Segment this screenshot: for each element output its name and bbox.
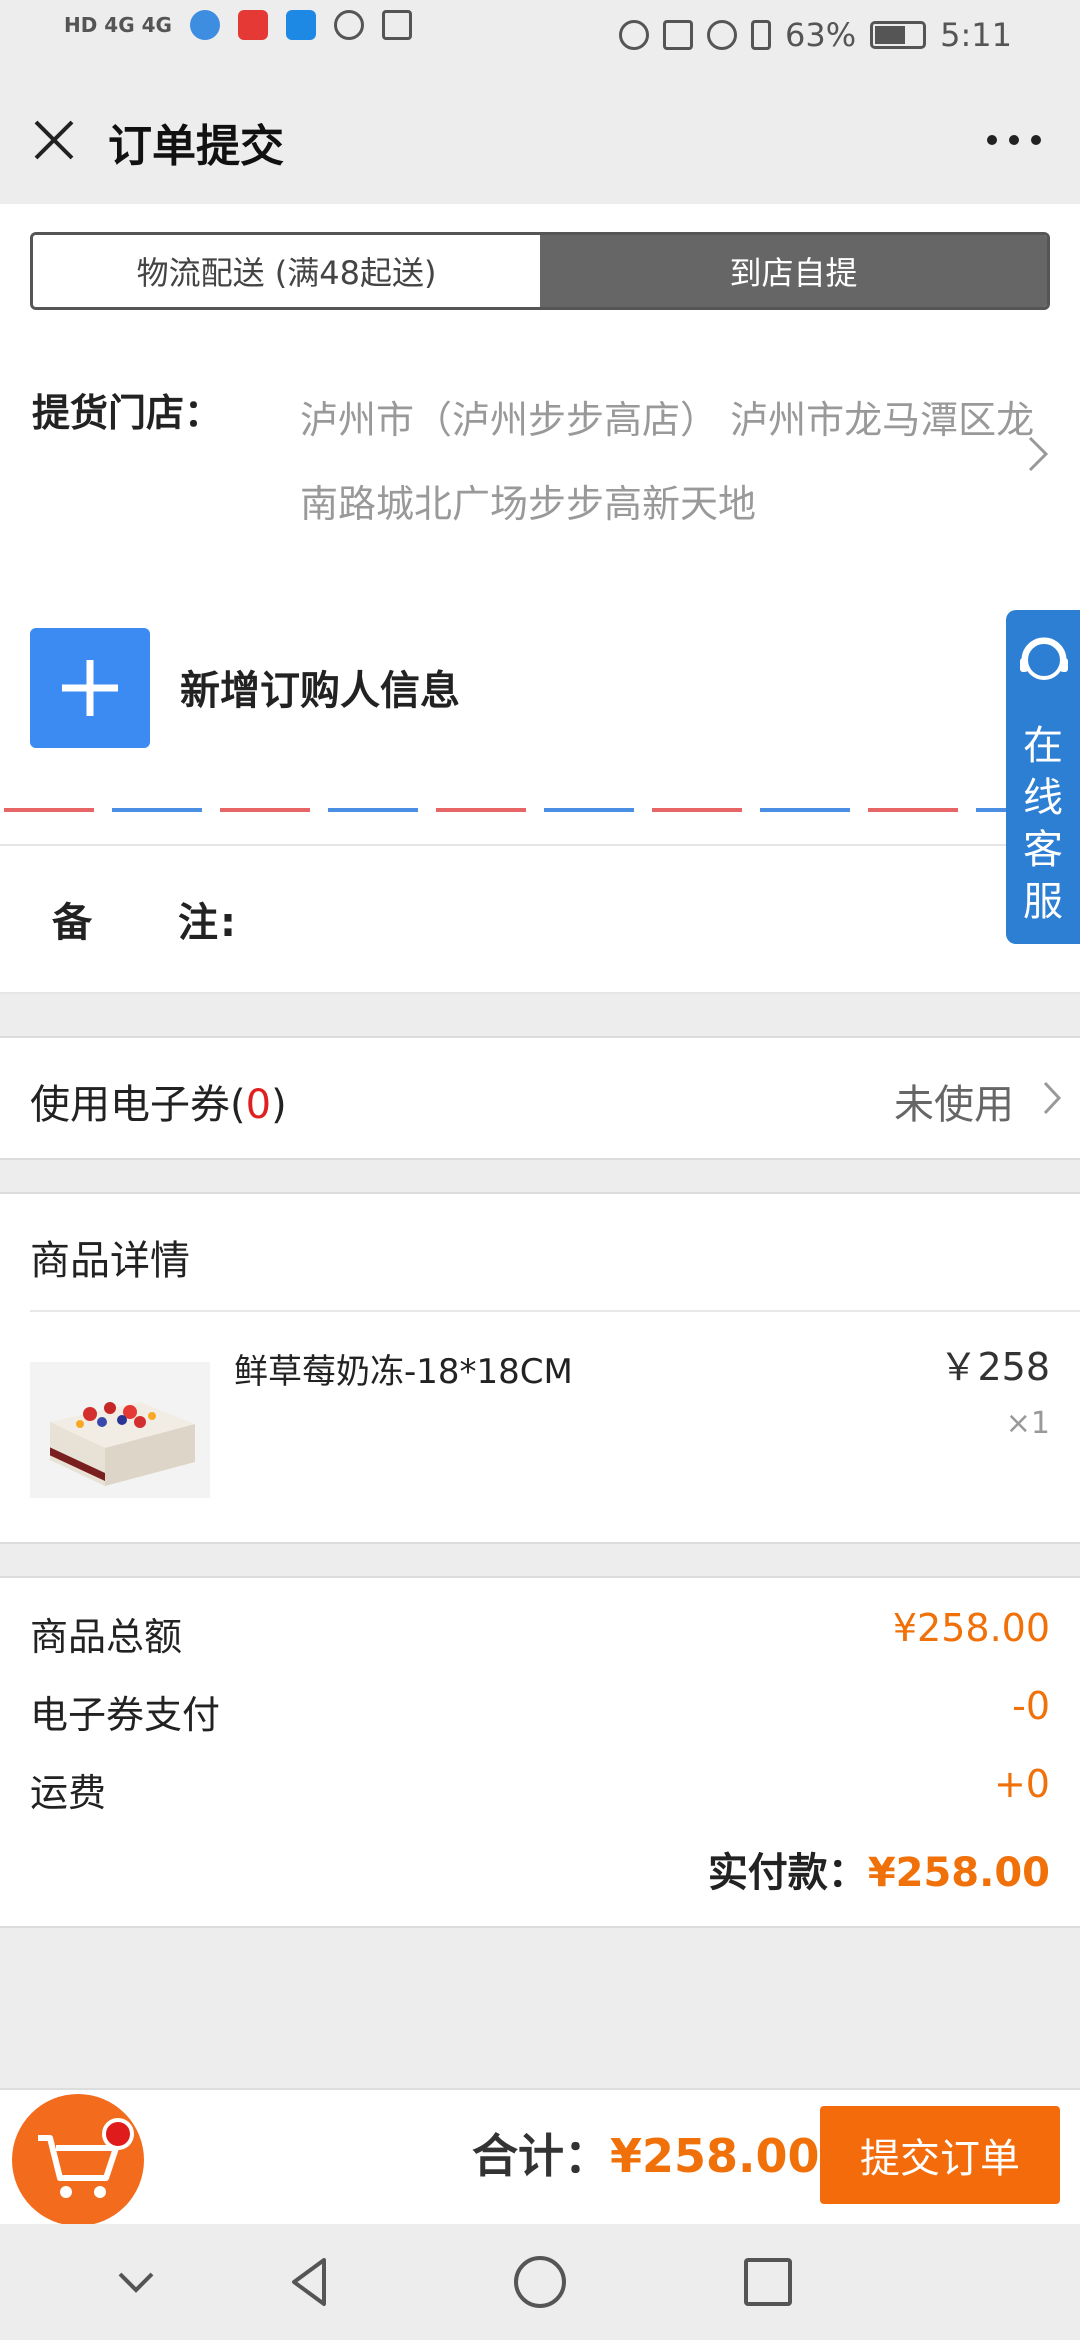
status-bar: HD 4G 4G 63% 5:11 <box>0 0 1080 72</box>
chevron-right-icon[interactable] <box>1024 432 1052 476</box>
headset-icon <box>1020 637 1068 680</box>
cart-button[interactable] <box>12 2094 144 2226</box>
shipping-label: 运费 <box>30 1771 107 1815</box>
product-name[interactable]: 鲜草莓奶冻-18*18CM <box>234 1344 573 1393</box>
app-icon-2 <box>237 10 268 40</box>
online-service-button[interactable]: 在线客服 <box>1006 610 1080 944</box>
remark-label: 备 注: <box>52 900 238 946</box>
tab-logistics[interactable]: 物流配送 (满48起送) <box>33 235 540 307</box>
coupon-row[interactable]: 使用电子券(0) 未使用 <box>0 1036 1080 1160</box>
product-quantity: ×1 <box>1005 1406 1050 1441</box>
add-orderer-label[interactable]: 新增订购人信息 <box>180 658 460 716</box>
product-image[interactable] <box>30 1362 210 1498</box>
battery-icon <box>870 21 927 49</box>
tab-pickup[interactable]: 到店自提 <box>540 235 1047 307</box>
battery-percent: 63% <box>785 16 857 54</box>
eye-icon <box>619 20 650 50</box>
recents-icon[interactable] <box>738 2252 798 2312</box>
status-left-icons: HD 4G 4G <box>64 10 412 40</box>
order-total: 合计：¥258.00 <box>472 2120 820 2186</box>
chevron-right-icon <box>1043 1081 1062 1115</box>
app-icon-3 <box>285 10 316 40</box>
coupon-label-suffix: ) <box>271 1082 287 1128</box>
product-price: ￥258 <box>939 1345 1050 1389</box>
coupon-payment-value: -0 <box>1012 1684 1050 1728</box>
clock: 5:11 <box>940 16 1012 54</box>
shipping-value: +0 <box>993 1762 1050 1806</box>
add-orderer-button[interactable] <box>30 628 150 748</box>
app-icon-4 <box>333 10 364 40</box>
goods-card: 商品详情 鲜草莓奶冻-18*18CM ￥258 ×1 <box>0 1192 1080 1544</box>
divider <box>30 1310 1080 1312</box>
nfc-icon <box>663 20 694 50</box>
submit-order-button[interactable]: 提交订单 <box>820 2106 1060 2204</box>
online-service-label: 在线客服 <box>1023 723 1063 925</box>
cake-image <box>50 1402 195 1486</box>
coupon-payment-row: 电子券支付 -0 <box>30 1684 1050 1744</box>
paid-label: 实付款： <box>707 1850 868 1896</box>
coupon-count: 0 <box>245 1082 272 1128</box>
vibrate-icon <box>751 20 772 50</box>
coupon-payment-label: 电子券支付 <box>30 1693 221 1737</box>
back-icon[interactable] <box>280 2252 340 2312</box>
home-icon[interactable] <box>510 2252 570 2312</box>
title-bar: 订单提交 <box>0 72 1080 204</box>
more-icon[interactable] <box>984 132 1044 148</box>
close-icon[interactable] <box>28 114 80 166</box>
coupon-label: 使用电子券(0) <box>30 1072 287 1130</box>
cart-badge <box>102 2118 134 2150</box>
subtotal-value: ¥258.00 <box>892 1606 1050 1650</box>
total-label: 合计： <box>472 2129 610 2183</box>
store-address[interactable]: 泸州市（泸州步步高店） 泸州市龙马潭区龙南路城北广场步步高新天地 <box>300 378 1040 546</box>
status-right-icons: 63% 5:11 <box>619 16 1012 54</box>
system-nav-bar <box>0 2224 1080 2340</box>
envelope-border <box>0 806 1080 814</box>
subtotal-row: 商品总额 ¥258.00 <box>30 1606 1050 1666</box>
store-label: 提货门店： <box>32 391 223 435</box>
coupon-label-text: 使用电子券( <box>30 1082 246 1128</box>
subtotal-label: 商品总额 <box>30 1615 183 1659</box>
goods-header: 商品详情 <box>30 1238 190 1284</box>
remark-field[interactable]: 备 注: <box>0 844 1080 994</box>
delivery-mode-toggle: 物流配送 (满48起送) 到店自提 <box>30 232 1050 310</box>
hide-keyboard-icon[interactable] <box>106 2252 166 2312</box>
app-icon-5 <box>381 10 412 40</box>
payment-summary: 商品总额 ¥258.00 电子券支付 -0 运费 +0 实付款：¥258.00 <box>0 1576 1080 1928</box>
paid-value: ¥258.00 <box>867 1850 1050 1896</box>
total-value: ¥258.00 <box>610 2129 820 2183</box>
app-icon-1 <box>189 10 220 40</box>
shipping-row: 运费 +0 <box>30 1762 1050 1822</box>
cart-icon <box>38 2135 119 2198</box>
paid-amount: 实付款：¥258.00 <box>708 1840 1050 1898</box>
page-title: 订单提交 <box>108 121 284 172</box>
plus-icon <box>62 660 118 716</box>
network-indicators: HD 4G 4G <box>64 13 172 37</box>
alarm-icon <box>707 20 738 50</box>
coupon-status: 未使用 <box>894 1082 1014 1128</box>
